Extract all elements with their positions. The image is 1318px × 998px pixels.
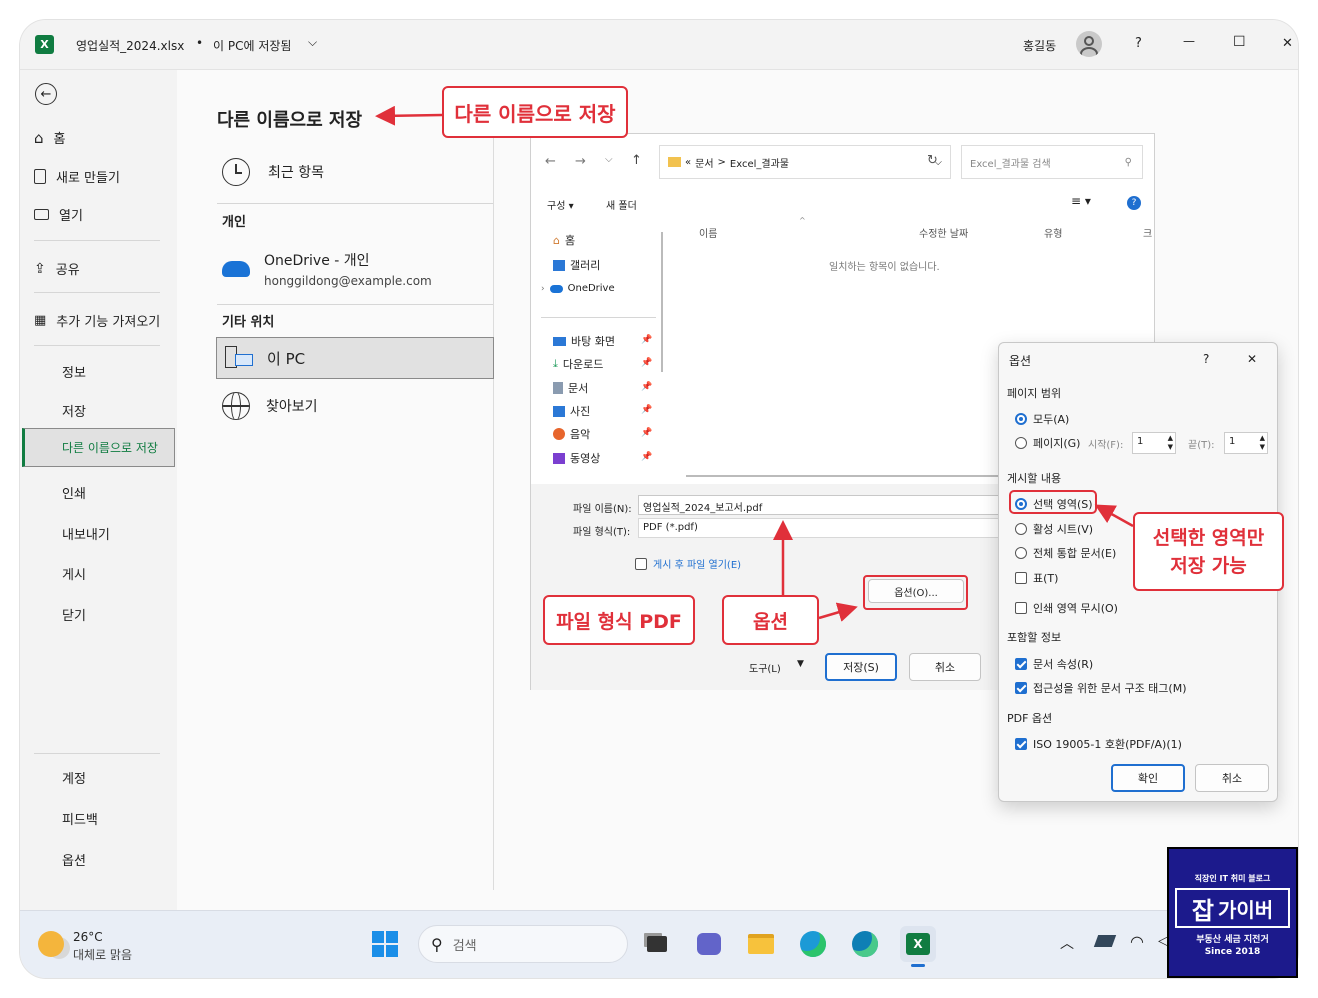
arrow-to-title [375, 105, 443, 126]
blog-watermark: 직장인 IT 취미 블로그 잡 가이버 부동산 세금 지전거 Since 201… [1167, 847, 1298, 978]
arrow-to-selection [1094, 504, 1134, 528]
watermark-logo: 잡 가이버 [1175, 888, 1290, 928]
callout-arrows [375, 105, 1134, 622]
arrow-to-options [818, 602, 858, 622]
